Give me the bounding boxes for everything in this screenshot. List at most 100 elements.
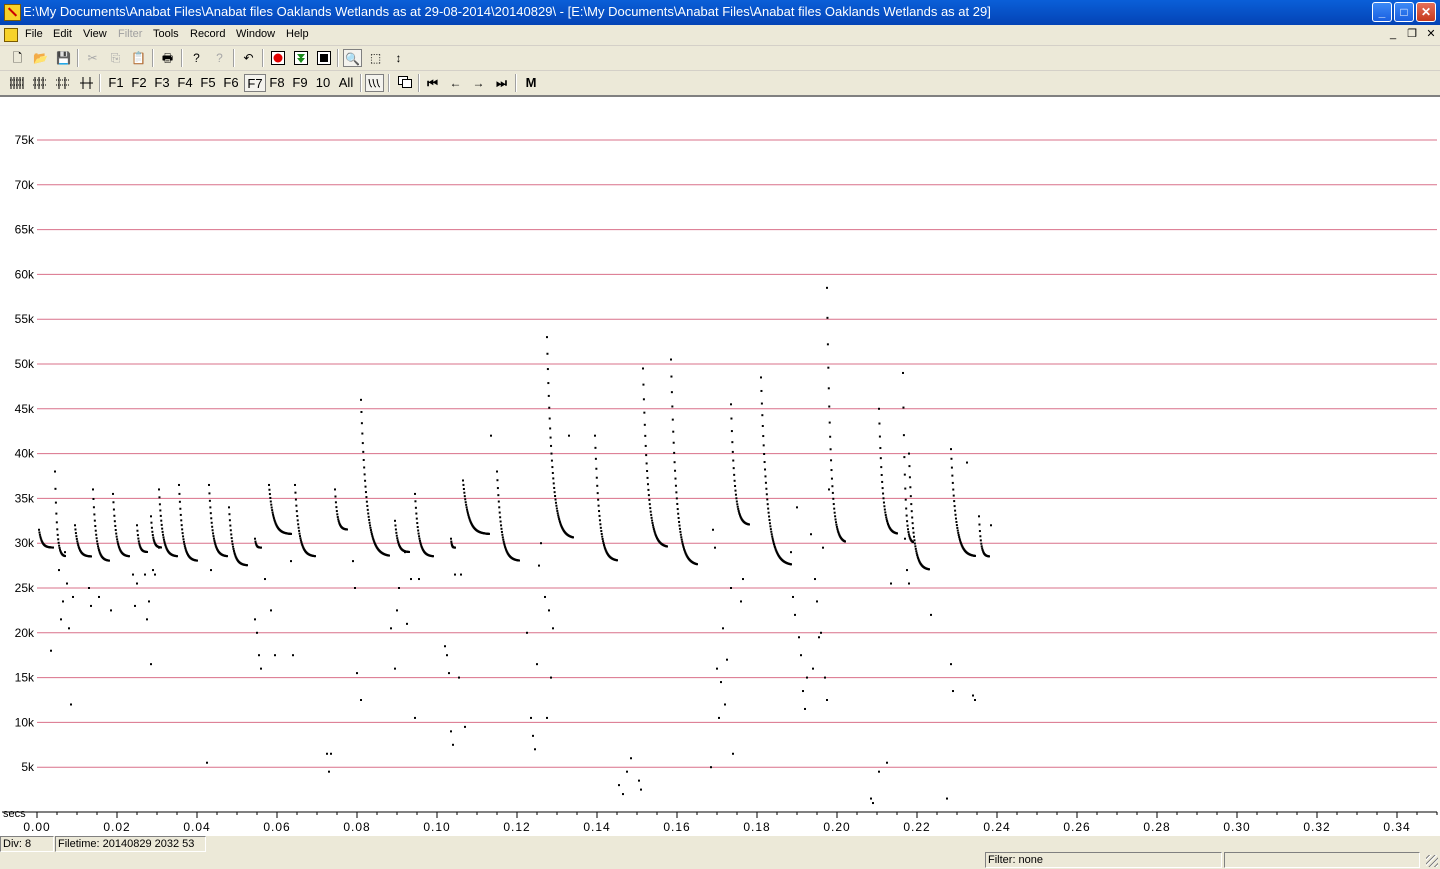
- call-dot: [362, 450, 365, 453]
- call-dot: [830, 477, 833, 480]
- call-dot: [179, 507, 182, 510]
- call-dot: [622, 793, 624, 796]
- call-dot: [314, 555, 316, 558]
- f1-button[interactable]: F1: [106, 75, 126, 91]
- first-file-icon[interactable]: ⏮: [423, 74, 442, 92]
- spectrogram-view[interactable]: 5k 10k 15k 20k 25k 30k 35k 40k 45k 50k 55k 60k 65k 70…: [0, 96, 1440, 837]
- zoom-icon[interactable]: 🔍: [343, 49, 362, 67]
- maximize-button[interactable]: □: [1394, 2, 1414, 22]
- call-dot: [828, 488, 830, 491]
- call-dot: [365, 496, 368, 499]
- call-dot: [54, 501, 57, 504]
- cut-icon[interactable]: ✂: [83, 49, 102, 67]
- vertical-scroll-icon[interactable]: ↕: [389, 49, 408, 67]
- call-dot: [497, 494, 500, 497]
- call-dot: [885, 516, 888, 519]
- x-tick-label: 0.20: [823, 820, 850, 834]
- print-icon[interactable]: 🖶: [158, 49, 177, 67]
- f4-button[interactable]: F4: [175, 75, 195, 91]
- record-icon[interactable]: [268, 49, 287, 67]
- f5-button[interactable]: F5: [198, 75, 218, 91]
- call-dot: [844, 540, 846, 543]
- call-plot[interactable]: 5k 10k 15k 20k 25k 30k 35k 40k 45k 50k 55k 60k 65k 70…: [0, 97, 1440, 837]
- f9-button[interactable]: F9: [290, 75, 310, 91]
- call-dot: [829, 448, 832, 451]
- download-icon[interactable]: [291, 49, 310, 67]
- f10-button[interactable]: 10: [313, 75, 333, 91]
- call-dot: [762, 435, 765, 438]
- menu-view[interactable]: View: [83, 28, 107, 40]
- call-dot: [466, 510, 469, 513]
- call-dot: [151, 530, 154, 533]
- f7-button[interactable]: F7: [244, 74, 266, 92]
- call-dot: [557, 514, 560, 517]
- f6-button[interactable]: F6: [221, 75, 241, 91]
- call-dot: [835, 525, 838, 528]
- call-dot: [182, 540, 185, 543]
- previous-file-icon[interactable]: ←: [446, 74, 465, 92]
- mdi-minimize-button[interactable]: _: [1386, 28, 1400, 41]
- call-dot: [954, 509, 957, 512]
- call-dot: [552, 477, 555, 480]
- last-file-icon[interactable]: ⏭: [492, 74, 511, 92]
- mdi-restore-button[interactable]: ❐: [1405, 28, 1419, 41]
- compress-view-1-icon[interactable]: [7, 74, 26, 92]
- call-dot: [134, 604, 136, 607]
- call-dot: [115, 532, 118, 535]
- minimize-button[interactable]: _: [1372, 2, 1392, 22]
- toolbar-separator: [360, 74, 362, 92]
- compress-view-4-icon[interactable]: [76, 74, 95, 92]
- call-dot: [414, 716, 416, 719]
- call-dot: [394, 519, 396, 522]
- x-axis-label: secs: [3, 808, 26, 820]
- call-dot: [790, 551, 792, 554]
- menu-edit[interactable]: Edit: [53, 28, 72, 40]
- mdi-close-button[interactable]: ✕: [1424, 28, 1438, 41]
- select-rectangle-icon[interactable]: ⬚: [366, 49, 385, 67]
- call-dot: [136, 529, 139, 532]
- call-dot: [557, 516, 560, 519]
- context-help-icon[interactable]: ?: [210, 49, 229, 67]
- compress-view-3-icon[interactable]: [53, 74, 72, 92]
- undo-icon[interactable]: ↶: [239, 49, 258, 67]
- smooth-icon[interactable]: [365, 74, 384, 92]
- menu-window[interactable]: Window: [236, 28, 275, 40]
- open-folder-icon[interactable]: 📂: [31, 49, 50, 67]
- menu-record[interactable]: Record: [190, 28, 225, 40]
- save-icon[interactable]: 💾: [54, 49, 73, 67]
- document-icon[interactable]: [4, 28, 18, 42]
- menu-help[interactable]: Help: [286, 28, 309, 40]
- next-file-icon[interactable]: →: [469, 74, 488, 92]
- all-button[interactable]: All: [335, 75, 357, 91]
- help-icon[interactable]: ?: [187, 49, 206, 67]
- copy-icon[interactable]: ⎘: [106, 49, 125, 67]
- stop-icon[interactable]: [314, 49, 333, 67]
- menu-tools[interactable]: Tools: [153, 28, 179, 40]
- call-dot: [671, 418, 674, 421]
- call-dot: [546, 368, 549, 371]
- y-tick-label: 30k: [15, 536, 35, 550]
- call-dot: [954, 513, 957, 516]
- menu-filter[interactable]: Filter: [118, 28, 142, 40]
- menu-file[interactable]: File: [25, 28, 43, 40]
- f3-button[interactable]: F3: [152, 75, 172, 91]
- paste-icon[interactable]: 📋: [129, 49, 148, 67]
- compress-view-2-icon[interactable]: [30, 74, 49, 92]
- f2-button[interactable]: F2: [129, 75, 149, 91]
- m-button[interactable]: M: [521, 75, 541, 91]
- call-dot: [159, 509, 162, 512]
- close-button[interactable]: ✕: [1416, 2, 1436, 22]
- resize-grip[interactable]: [1426, 855, 1438, 867]
- app-icon[interactable]: [4, 4, 21, 21]
- f8-button[interactable]: F8: [267, 75, 287, 91]
- new-file-icon[interactable]: 🗋: [8, 49, 27, 67]
- call-dot: [769, 528, 772, 531]
- call-dot: [884, 511, 887, 514]
- call-dot: [450, 537, 452, 540]
- call-dot: [762, 444, 765, 447]
- call-dot: [536, 663, 538, 666]
- call-dot: [54, 470, 56, 473]
- call-dot: [501, 533, 504, 536]
- overlay-icon[interactable]: [395, 74, 414, 92]
- call-dot: [90, 555, 92, 558]
